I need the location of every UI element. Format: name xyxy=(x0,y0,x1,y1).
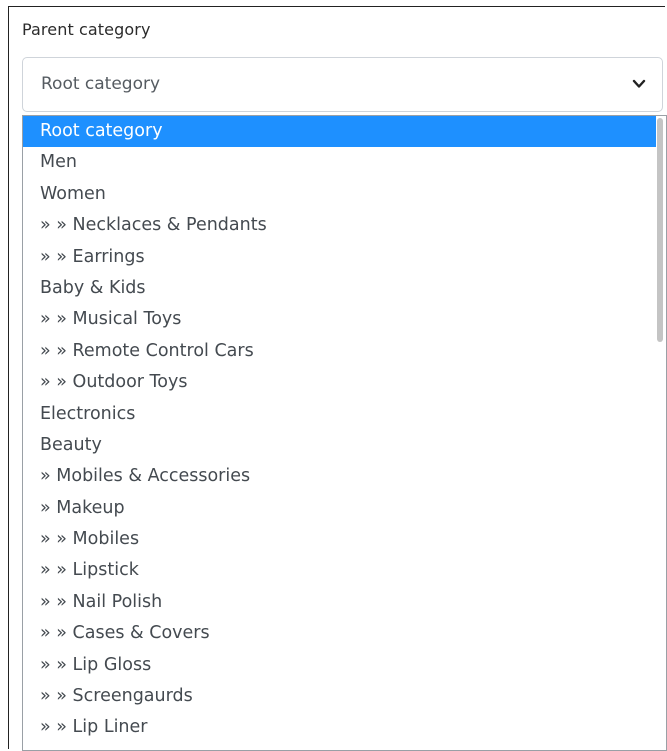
dropdown-scrollbar[interactable] xyxy=(656,118,664,748)
dropdown-option[interactable]: » » Mobiles xyxy=(23,524,656,555)
dropdown-option[interactable]: » » Nail Polish xyxy=(23,587,656,618)
dropdown-option[interactable]: » » Musical Toys xyxy=(23,304,656,335)
dropdown-option[interactable]: Baby & Kids xyxy=(23,273,656,304)
dropdown-option[interactable]: » » Earrings xyxy=(23,242,656,273)
dropdown-option[interactable]: » » Lip Liner xyxy=(23,712,656,743)
parent-category-select[interactable]: Root category xyxy=(22,57,663,112)
dropdown-option[interactable]: Men xyxy=(23,147,656,178)
dropdown-option[interactable]: » » Cases & Covers xyxy=(23,618,656,649)
dropdown-option[interactable]: » Mobiles & Accessories xyxy=(23,461,656,492)
parent-category-label: Parent category xyxy=(22,20,151,39)
select-current-value: Root category xyxy=(41,74,161,94)
dropdown-option[interactable]: Beauty xyxy=(23,430,656,461)
scrollbar-thumb[interactable] xyxy=(657,118,663,342)
dropdown-option[interactable]: » » Lip Gloss xyxy=(23,650,656,681)
option-list: Root category Men Women» » Necklaces & Pen… xyxy=(23,116,656,744)
dropdown-option[interactable]: » » Screengaurds xyxy=(23,681,656,712)
dropdown-option[interactable]: » » Remote Control Cars xyxy=(23,336,656,367)
dropdown-option[interactable]: » » Necklaces & Pendants xyxy=(23,210,656,241)
dropdown-option[interactable]: » » Outdoor Toys xyxy=(23,367,656,398)
category-dropdown-list[interactable]: Root category Men Women» » Necklaces & Pen… xyxy=(22,115,667,751)
dropdown-option[interactable]: » Makeup xyxy=(23,493,656,524)
dropdown-option[interactable]: Women xyxy=(23,179,656,210)
dropdown-option[interactable]: Root category xyxy=(23,116,656,148)
dropdown-option[interactable]: Electronics xyxy=(23,399,656,430)
chevron-down-icon xyxy=(632,79,646,88)
dropdown-option[interactable]: » » Lipstick xyxy=(23,555,656,586)
